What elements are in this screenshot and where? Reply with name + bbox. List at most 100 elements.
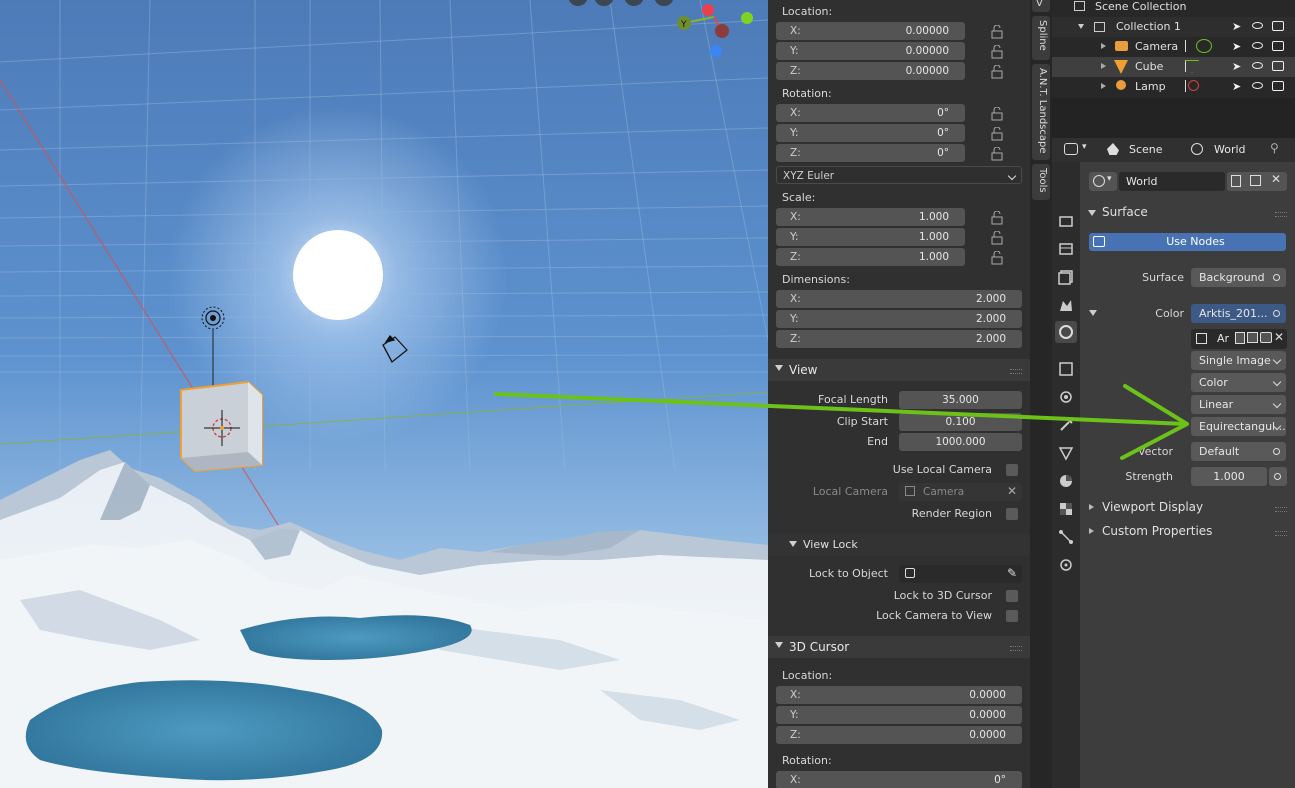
render-tab-icon[interactable] <box>1057 212 1075 230</box>
surface-shader-button[interactable]: Background <box>1191 268 1286 287</box>
texture-tab-icon[interactable] <box>1057 500 1075 518</box>
lock-to-3d-cursor-checkbox[interactable] <box>1006 590 1018 602</box>
expand-icon[interactable] <box>1101 43 1106 49</box>
lock-icon[interactable] <box>991 147 1003 161</box>
view-panel-header[interactable]: View <box>768 359 1030 381</box>
vector-input-button[interactable]: Default <box>1191 442 1286 461</box>
color-space-dropdown[interactable]: Color <box>1191 373 1286 392</box>
fake-user-icon[interactable] <box>1235 332 1245 344</box>
physics-tab-icon[interactable] <box>1057 388 1075 406</box>
pin-icon[interactable]: ⚲ <box>1270 141 1279 155</box>
duplicate-icon[interactable] <box>1247 332 1258 343</box>
world-tab[interactable] <box>1055 321 1077 343</box>
unlink-icon[interactable]: ✕ <box>1274 330 1284 344</box>
location-x-field[interactable]: X: 0.00000 <box>776 22 965 40</box>
lock-icon[interactable] <box>991 211 1003 225</box>
fake-user-icon[interactable] <box>1231 175 1241 187</box>
dimensions-y-field[interactable]: Y: 2.000 <box>776 310 1022 328</box>
object-tab-icon[interactable] <box>1057 360 1075 378</box>
eye-icon[interactable] <box>1252 42 1263 49</box>
tab-spline[interactable]: Spline <box>1032 16 1050 60</box>
expand-icon[interactable] <box>1101 83 1106 89</box>
scene-tab-icon[interactable] <box>1057 296 1075 314</box>
constraints-tab-icon[interactable] <box>1057 528 1075 546</box>
tab-view[interactable]: V <box>1032 0 1050 12</box>
duplicate-icon[interactable] <box>1250 175 1261 186</box>
scale-x-field[interactable]: X: 1.000 <box>776 208 965 226</box>
cursor-location-z-field[interactable]: Z: 0.0000 <box>776 726 1022 744</box>
projection-dropdown[interactable]: Equirectangul... <box>1191 417 1286 436</box>
selectable-icon[interactable]: ➤ <box>1232 40 1241 53</box>
unlink-icon[interactable]: ✕ <box>1271 172 1281 186</box>
custom-properties-panel-header[interactable]: Custom Properties <box>1080 521 1295 541</box>
3d-viewport[interactable]: Y <box>0 0 768 788</box>
lock-icon[interactable] <box>991 45 1003 59</box>
dimensions-z-field[interactable]: Z: 2.000 <box>776 330 1022 348</box>
color-input-button[interactable]: Arktis_201... <box>1191 304 1286 323</box>
lock-icon[interactable] <box>991 107 1003 121</box>
breadcrumb-scene[interactable]: Scene <box>1129 143 1163 156</box>
selectable-icon[interactable]: ➤ <box>1232 60 1241 73</box>
viewport-display-panel-header[interactable]: Viewport Display <box>1080 497 1295 517</box>
chevron-down-icon[interactable]: ▾ <box>1082 142 1087 152</box>
render-camera-icon[interactable] <box>1272 61 1284 71</box>
outliner-row-scene-collection[interactable]: Scene Collection <box>1052 0 1295 17</box>
strength-field[interactable]: 1.000 <box>1191 467 1267 486</box>
render-camera-icon[interactable] <box>1272 81 1284 91</box>
modifier-tab-icon[interactable] <box>1057 416 1075 434</box>
view-lock-subheader[interactable]: View Lock <box>768 534 1030 556</box>
focal-length-field[interactable]: 35.000 <box>899 391 1022 409</box>
selectable-icon[interactable]: ➤ <box>1232 80 1241 93</box>
expand-icon[interactable] <box>1101 63 1106 69</box>
particles-tab-icon[interactable] <box>1057 556 1075 574</box>
clip-start-field[interactable]: 0.100 <box>899 413 1022 431</box>
material-tab-icon[interactable] <box>1057 472 1075 490</box>
expand-icon[interactable] <box>1078 24 1084 29</box>
use-local-camera-checkbox[interactable] <box>1006 464 1018 476</box>
world-name-field[interactable]: World <box>1119 172 1225 191</box>
3d-cursor-panel-header[interactable]: 3D Cursor <box>768 636 1030 658</box>
scale-z-field[interactable]: Z: 1.000 <box>776 248 965 266</box>
eye-icon[interactable] <box>1252 22 1263 29</box>
folder-icon[interactable] <box>1260 332 1272 343</box>
location-z-field[interactable]: Z: 0.00000 <box>776 62 965 80</box>
breadcrumb-world[interactable]: World <box>1214 143 1246 156</box>
lock-to-object-field[interactable]: ✎ <box>899 565 1022 583</box>
rotation-y-field[interactable]: Y: 0° <box>776 124 965 142</box>
rotation-x-field[interactable]: X: 0° <box>776 104 965 122</box>
editor-type-icon[interactable] <box>1064 143 1078 155</box>
dimensions-x-field[interactable]: X: 2.000 <box>776 290 1022 308</box>
eye-icon[interactable] <box>1252 62 1263 69</box>
surface-panel-header[interactable]: Surface <box>1080 202 1295 222</box>
local-camera-field[interactable]: Camera ✕ <box>899 483 1022 501</box>
lock-icon[interactable] <box>991 251 1003 265</box>
eyedropper-icon[interactable]: ✎ <box>1007 566 1017 580</box>
world-browse-button[interactable]: ▾ <box>1089 172 1117 191</box>
clear-icon[interactable]: ✕ <box>1007 484 1017 498</box>
rotation-mode-dropdown[interactable]: XYZ Euler <box>776 166 1022 184</box>
output-tab-icon[interactable] <box>1057 240 1075 258</box>
image-selector[interactable]: Ar ✕ <box>1191 329 1287 349</box>
image-source-dropdown[interactable]: Single Image <box>1191 351 1286 370</box>
strength-socket-button[interactable] <box>1269 467 1287 486</box>
tab-tools[interactable]: Tools <box>1032 164 1050 200</box>
cursor-location-y-field[interactable]: Y: 0.0000 <box>776 706 1022 724</box>
view-layer-tab-icon[interactable] <box>1057 268 1075 286</box>
lock-icon[interactable] <box>991 127 1003 141</box>
cursor-location-x-field[interactable]: X: 0.0000 <box>776 686 1022 704</box>
eye-icon[interactable] <box>1252 82 1263 89</box>
cube-object[interactable] <box>180 380 263 473</box>
rotation-z-field[interactable]: Z: 0° <box>776 144 965 162</box>
render-region-checkbox[interactable] <box>1006 508 1018 520</box>
lock-icon[interactable] <box>991 25 1003 39</box>
selectable-icon[interactable]: ➤ <box>1232 20 1241 33</box>
render-camera-icon[interactable] <box>1272 41 1284 51</box>
lock-icon[interactable] <box>991 65 1003 79</box>
mesh-data-tab-icon[interactable] <box>1057 444 1075 462</box>
lock-camera-to-view-checkbox[interactable] <box>1006 610 1018 622</box>
use-nodes-button[interactable]: Use Nodes <box>1089 233 1286 251</box>
render-camera-icon[interactable] <box>1272 21 1284 31</box>
cursor-rotation-x-field[interactable]: X: 0° <box>776 771 1022 788</box>
scale-y-field[interactable]: Y: 1.000 <box>776 228 965 246</box>
tab-ant-landscape[interactable]: A.N.T. Landscape <box>1032 64 1050 160</box>
